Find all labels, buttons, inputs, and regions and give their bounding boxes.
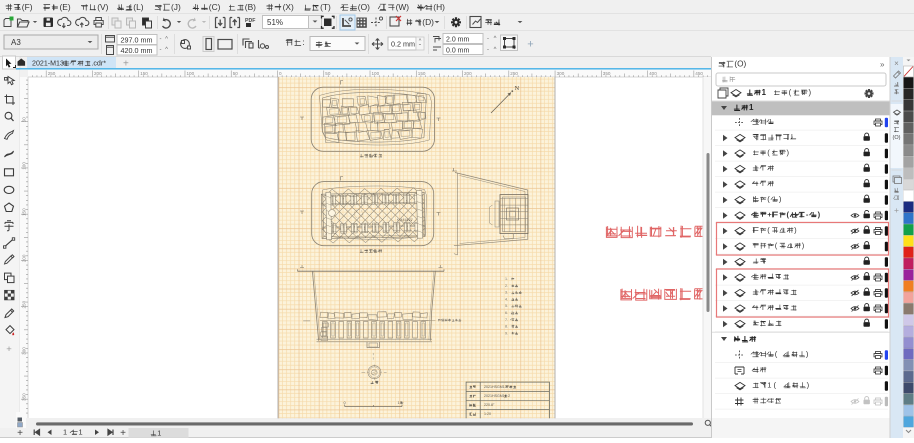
svg-text:100: 100: [187, 71, 195, 76]
svg-text:(O): (O): [893, 135, 901, 141]
svg-text:+: +: [767, 210, 772, 219]
svg-text:1: 1: [79, 428, 83, 437]
svg-text:1:20: 1:20: [484, 412, 491, 416]
svg-text:200: 200: [94, 71, 102, 76]
svg-text:(E): (E): [60, 2, 71, 12]
svg-text:250: 250: [48, 71, 56, 76]
svg-text:3.: 3.: [505, 291, 508, 295]
svg-text:^: ^: [494, 47, 497, 53]
svg-text:150: 150: [22, 208, 27, 216]
svg-text:^: ^: [165, 47, 168, 53]
svg-text::: :: [302, 37, 304, 47]
svg-text:100: 100: [372, 71, 380, 76]
svg-text:(C): (C): [209, 2, 221, 12]
svg-text:(X): (X): [283, 2, 294, 12]
svg-text:(V): (V): [97, 2, 108, 12]
svg-text:2.: 2.: [505, 284, 508, 288]
svg-text:300: 300: [557, 71, 565, 76]
svg-text:(H): (H): [433, 2, 445, 12]
svg-text:(O): (O): [358, 2, 370, 12]
svg-text:N: N: [515, 85, 520, 92]
svg-text:A3: A3: [11, 38, 21, 47]
svg-text:450: 450: [695, 71, 703, 76]
svg-text:(W): (W): [396, 2, 410, 12]
svg-text:1: 1: [762, 88, 767, 97]
svg-text:51%: 51%: [267, 18, 283, 27]
svg-text:150: 150: [418, 71, 426, 76]
svg-text:-: -: [487, 47, 489, 53]
svg-text:-: -: [160, 47, 162, 53]
svg-text:50: 50: [22, 117, 27, 123]
svg-text:1: 1: [749, 103, 754, 112]
svg-text:-: -: [160, 36, 162, 42]
svg-text:100: 100: [22, 162, 27, 170]
svg-text:8.: 8.: [505, 325, 508, 329]
svg-text:7.: 7.: [505, 318, 508, 322]
svg-text::2: :2: [507, 394, 510, 398]
svg-text:200: 200: [464, 71, 472, 76]
svg-text:150: 150: [140, 71, 148, 76]
svg-text:0.2 mm: 0.2 mm: [391, 39, 415, 48]
svg-text:^: ^: [494, 36, 497, 42]
svg-text:200: 200: [22, 254, 27, 262]
svg-text:1.: 1.: [505, 277, 508, 281]
svg-text:(: (: [789, 88, 792, 97]
svg-text:+: +: [6, 344, 12, 355]
svg-text:×: ×: [894, 59, 899, 68]
svg-text:6.: 6.: [505, 311, 508, 315]
svg-text:+: +: [894, 205, 899, 215]
svg-text:0: 0: [279, 71, 282, 76]
svg-text:4.: 4.: [505, 297, 508, 301]
svg-text:400: 400: [649, 71, 657, 76]
svg-text:350: 350: [22, 393, 27, 401]
svg-text:(O): (O): [734, 60, 746, 69]
svg-text:(T): (T): [320, 2, 331, 12]
svg-text:350: 350: [603, 71, 611, 76]
svg-text:250: 250: [22, 300, 27, 308]
svg-text:297.0 mm: 297.0 mm: [121, 35, 153, 44]
svg-text:5.: 5.: [505, 304, 508, 308]
svg-text:9.: 9.: [505, 331, 508, 335]
svg-text:.cdr*: .cdr*: [91, 59, 106, 67]
svg-text:(F): (F): [22, 2, 33, 12]
svg-text:(D): (D): [422, 17, 434, 27]
svg-text:50: 50: [233, 71, 239, 76]
svg-text:+: +: [17, 428, 23, 439]
svg-text:220.8°: 220.8°: [484, 403, 495, 407]
svg-text:2021-M13: 2021-M13: [32, 59, 64, 67]
svg-text:+: +: [123, 59, 129, 70]
svg-text:1: 1: [63, 428, 67, 437]
svg-text:(B): (B): [245, 2, 256, 12]
svg-text:): ): [809, 88, 812, 97]
svg-text:+: +: [120, 428, 126, 439]
svg-text:(J): (J): [171, 2, 181, 12]
svg-text:»: »: [880, 60, 885, 69]
svg-text:2.0 mm: 2.0 mm: [446, 36, 470, 43]
svg-text:+: +: [527, 39, 533, 51]
svg-text:2021HSGM13: 2021HSGM13: [484, 394, 507, 398]
svg-text:^: ^: [165, 36, 168, 42]
svg-text:(L): (L): [133, 2, 143, 12]
svg-text:-: -: [487, 36, 489, 42]
svg-text:300: 300: [22, 347, 27, 355]
svg-text:2021HSGM13-: 2021HSGM13-: [484, 385, 509, 389]
svg-text:1 (: 1 (: [767, 380, 776, 389]
svg-text:420.0 mm: 420.0 mm: [121, 46, 153, 55]
svg-text:0.0 mm: 0.0 mm: [446, 47, 470, 54]
svg-text:1: 1: [157, 428, 161, 437]
svg-text:250: 250: [510, 71, 518, 76]
svg-text:50: 50: [325, 71, 331, 76]
